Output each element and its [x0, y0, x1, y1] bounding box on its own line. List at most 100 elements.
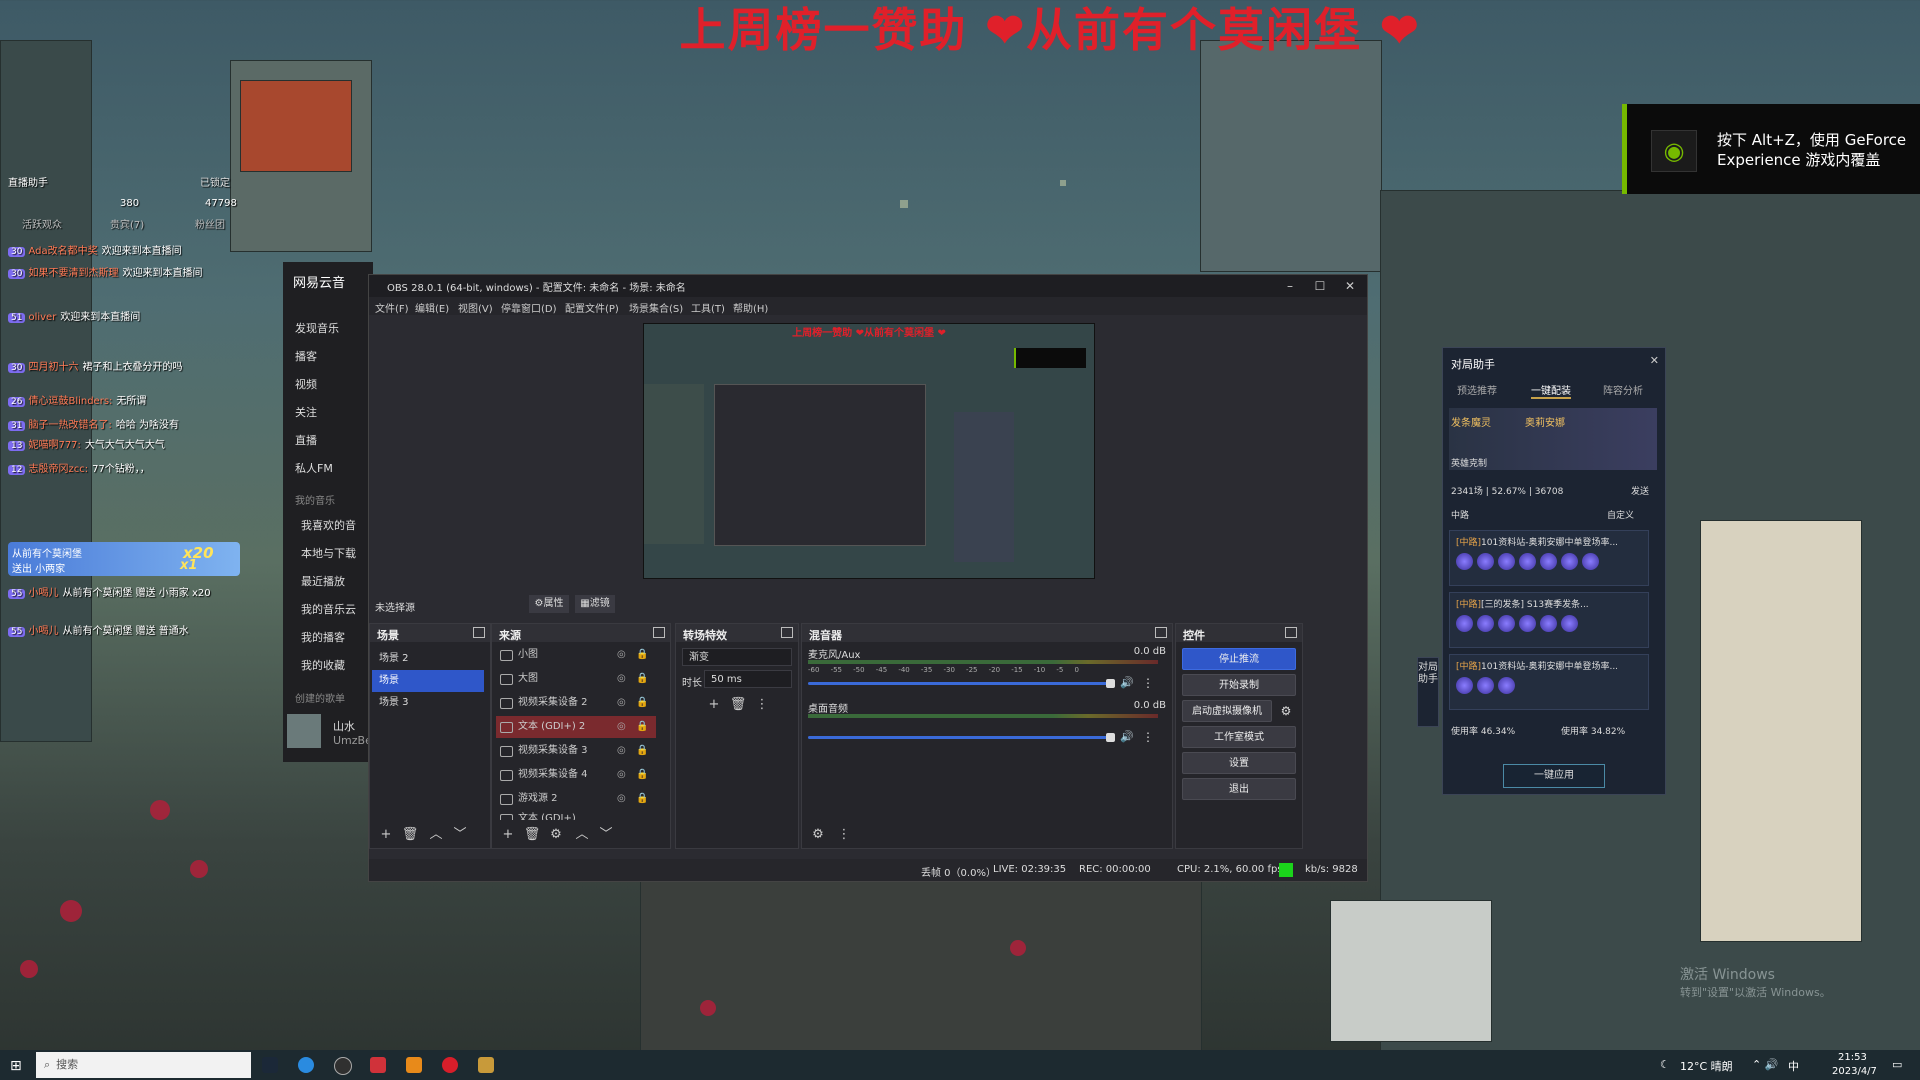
source-item[interactable]: 游戏源 2 ◎ 🔒: [496, 788, 656, 810]
volume-knob[interactable]: [1106, 679, 1115, 688]
duration-input[interactable]: 50 ms: [704, 670, 792, 688]
scene-item[interactable]: 场景: [372, 670, 484, 692]
rune-card[interactable]: [中路]101资料站-奥莉安娜中单登场率...: [1449, 654, 1649, 710]
undock-icon[interactable]: [653, 627, 665, 638]
netease-nav-item[interactable]: 直播: [295, 432, 317, 448]
obs-preview[interactable]: 上周榜一赞助 ❤从前有个莫闲堡 ❤: [643, 323, 1095, 579]
steam-icon[interactable]: [262, 1057, 278, 1073]
rune-card[interactable]: [中路]101资料站-奥莉安娜中单登场率...: [1449, 530, 1649, 586]
netease-icon[interactable]: [370, 1057, 386, 1073]
menu-scene-collection[interactable]: 场景集合(S): [629, 300, 683, 315]
edge-icon[interactable]: [298, 1057, 314, 1073]
custom-select[interactable]: 自定义: [1607, 508, 1634, 521]
netease-my-item[interactable]: 我喜欢的音: [301, 517, 356, 533]
menu-file[interactable]: 文件(F): [375, 300, 409, 315]
add-scene-button[interactable]: +: [376, 826, 396, 844]
clock-date[interactable]: 2023/4/7: [1832, 1066, 1877, 1077]
remove-transition-icon[interactable]: 🗑: [728, 696, 748, 714]
mixer-settings-icon[interactable]: ⚙: [808, 826, 828, 844]
move-up-icon[interactable]: ︿: [426, 826, 446, 844]
stop-streaming-button[interactable]: 停止推流: [1182, 648, 1296, 670]
scene-item[interactable]: 场景 2: [372, 648, 484, 670]
source-item[interactable]: 小图 ◎ 🔒: [496, 644, 656, 666]
music-icon[interactable]: [442, 1057, 458, 1073]
start-recording-button[interactable]: 开始录制: [1182, 674, 1296, 696]
weather-text[interactable]: 12°C 晴朗: [1680, 1058, 1733, 1074]
close-icon[interactable]: ✕: [1650, 354, 1659, 367]
volume-knob[interactable]: [1106, 733, 1115, 742]
move-down-icon[interactable]: ﹀: [596, 826, 616, 844]
virtual-camera-settings-icon[interactable]: ⚙: [1276, 700, 1296, 722]
add-source-button[interactable]: +: [498, 826, 518, 844]
netease-nav-item[interactable]: 播客: [295, 348, 317, 364]
apply-button[interactable]: 一键应用: [1503, 764, 1605, 788]
menu-help[interactable]: 帮助(H): [733, 300, 768, 315]
remove-source-icon[interactable]: 🗑: [522, 826, 542, 844]
netease-nav-item[interactable]: 私人FM: [295, 460, 333, 476]
ime-indicator[interactable]: 中: [1788, 1058, 1799, 1074]
notification-icon[interactable]: ▭: [1892, 1058, 1902, 1071]
obs-icon[interactable]: [334, 1057, 352, 1075]
source-item[interactable]: 文本 (GDI+): [496, 808, 656, 820]
weather-icon[interactable]: ☾: [1660, 1058, 1670, 1071]
source-item[interactable]: 大图 ◎ 🔒: [496, 668, 656, 690]
menu-profile[interactable]: 配置文件(P): [565, 300, 619, 315]
clock-time[interactable]: 21:53: [1838, 1052, 1867, 1063]
exit-button[interactable]: 退出: [1182, 778, 1296, 800]
undock-icon[interactable]: [473, 627, 485, 638]
source-item[interactable]: 视频采集设备 2 ◎ 🔒: [496, 692, 656, 714]
scene-item[interactable]: 场景 3: [372, 692, 484, 714]
netease-nav-item[interactable]: 视频: [295, 376, 317, 392]
menu-tools[interactable]: 工具(T): [691, 300, 725, 315]
menu-view[interactable]: 视图(V): [458, 300, 493, 315]
transition-select[interactable]: 渐变: [682, 648, 792, 666]
tab-lineup[interactable]: 阵容分析: [1603, 382, 1643, 397]
virtual-camera-button[interactable]: 启动虚拟摄像机: [1182, 700, 1272, 722]
netease-my-item[interactable]: 本地与下载: [301, 545, 356, 561]
menu-edit[interactable]: 编辑(E): [415, 300, 449, 315]
netease-my-item[interactable]: 最近播放: [301, 573, 345, 589]
netease-my-item[interactable]: 我的播客: [301, 629, 345, 645]
taskbar-search[interactable]: ⌕ 搜索: [36, 1052, 251, 1078]
settings-button[interactable]: 设置: [1182, 752, 1296, 774]
league-icon[interactable]: [478, 1057, 494, 1073]
source-item[interactable]: 文本 (GDI+) 2 ◎ 🔒: [496, 716, 656, 738]
send-button[interactable]: 发送: [1631, 484, 1649, 497]
tray-icons[interactable]: ⌃ 🔊: [1752, 1058, 1778, 1071]
windows-start-icon[interactable]: ⊞: [10, 1058, 22, 1074]
app-icon[interactable]: [406, 1057, 422, 1073]
properties-button[interactable]: ⚙属性: [529, 595, 569, 613]
rune-card[interactable]: [中路][三的发条] S13赛季发条...: [1449, 592, 1649, 648]
helper-side-tab[interactable]: 对局助手: [1417, 657, 1439, 727]
netease-my-item[interactable]: 我的音乐云: [301, 601, 356, 617]
more-icon[interactable]: ⋮: [1142, 730, 1154, 744]
filters-button[interactable]: ▦滤镜: [575, 595, 615, 613]
remove-scene-icon[interactable]: 🗑: [400, 826, 420, 844]
source-settings-icon[interactable]: ⚙: [546, 826, 566, 844]
netease-nav-item[interactable]: 关注: [295, 404, 317, 420]
album-art[interactable]: [287, 714, 321, 748]
volume-slider[interactable]: [808, 736, 1110, 739]
more-icon[interactable]: ⋮: [1142, 676, 1154, 690]
source-item[interactable]: 视频采集设备 4 ◎ 🔒: [496, 764, 656, 786]
netease-nav-item[interactable]: 发现音乐: [295, 320, 339, 336]
maximize-button[interactable]: ☐: [1305, 277, 1335, 295]
close-button[interactable]: ✕: [1335, 277, 1365, 295]
undock-icon[interactable]: [781, 627, 793, 638]
undock-icon[interactable]: [1285, 627, 1297, 638]
move-down-icon[interactable]: ﹀: [450, 826, 470, 844]
speaker-icon[interactable]: 🔊: [1120, 676, 1134, 689]
undock-icon[interactable]: [1155, 627, 1167, 638]
studio-mode-button[interactable]: 工作室模式: [1182, 726, 1296, 748]
tab-one-click[interactable]: 一键配装: [1531, 382, 1571, 399]
counter-label[interactable]: 英雄克制: [1451, 456, 1487, 469]
menu-docks[interactable]: 停靠窗口(D): [501, 300, 557, 315]
minimize-button[interactable]: –: [1275, 277, 1305, 295]
speaker-icon[interactable]: 🔊: [1120, 730, 1134, 743]
more-icon[interactable]: ⋮: [834, 826, 854, 844]
source-item[interactable]: 视频采集设备 3 ◎ 🔒: [496, 740, 656, 762]
more-icon[interactable]: ⋮: [752, 696, 772, 714]
tab-recommend[interactable]: 预选推荐: [1457, 382, 1497, 397]
add-transition-button[interactable]: +: [704, 696, 724, 714]
netease-my-item[interactable]: 我的收藏: [301, 657, 345, 673]
